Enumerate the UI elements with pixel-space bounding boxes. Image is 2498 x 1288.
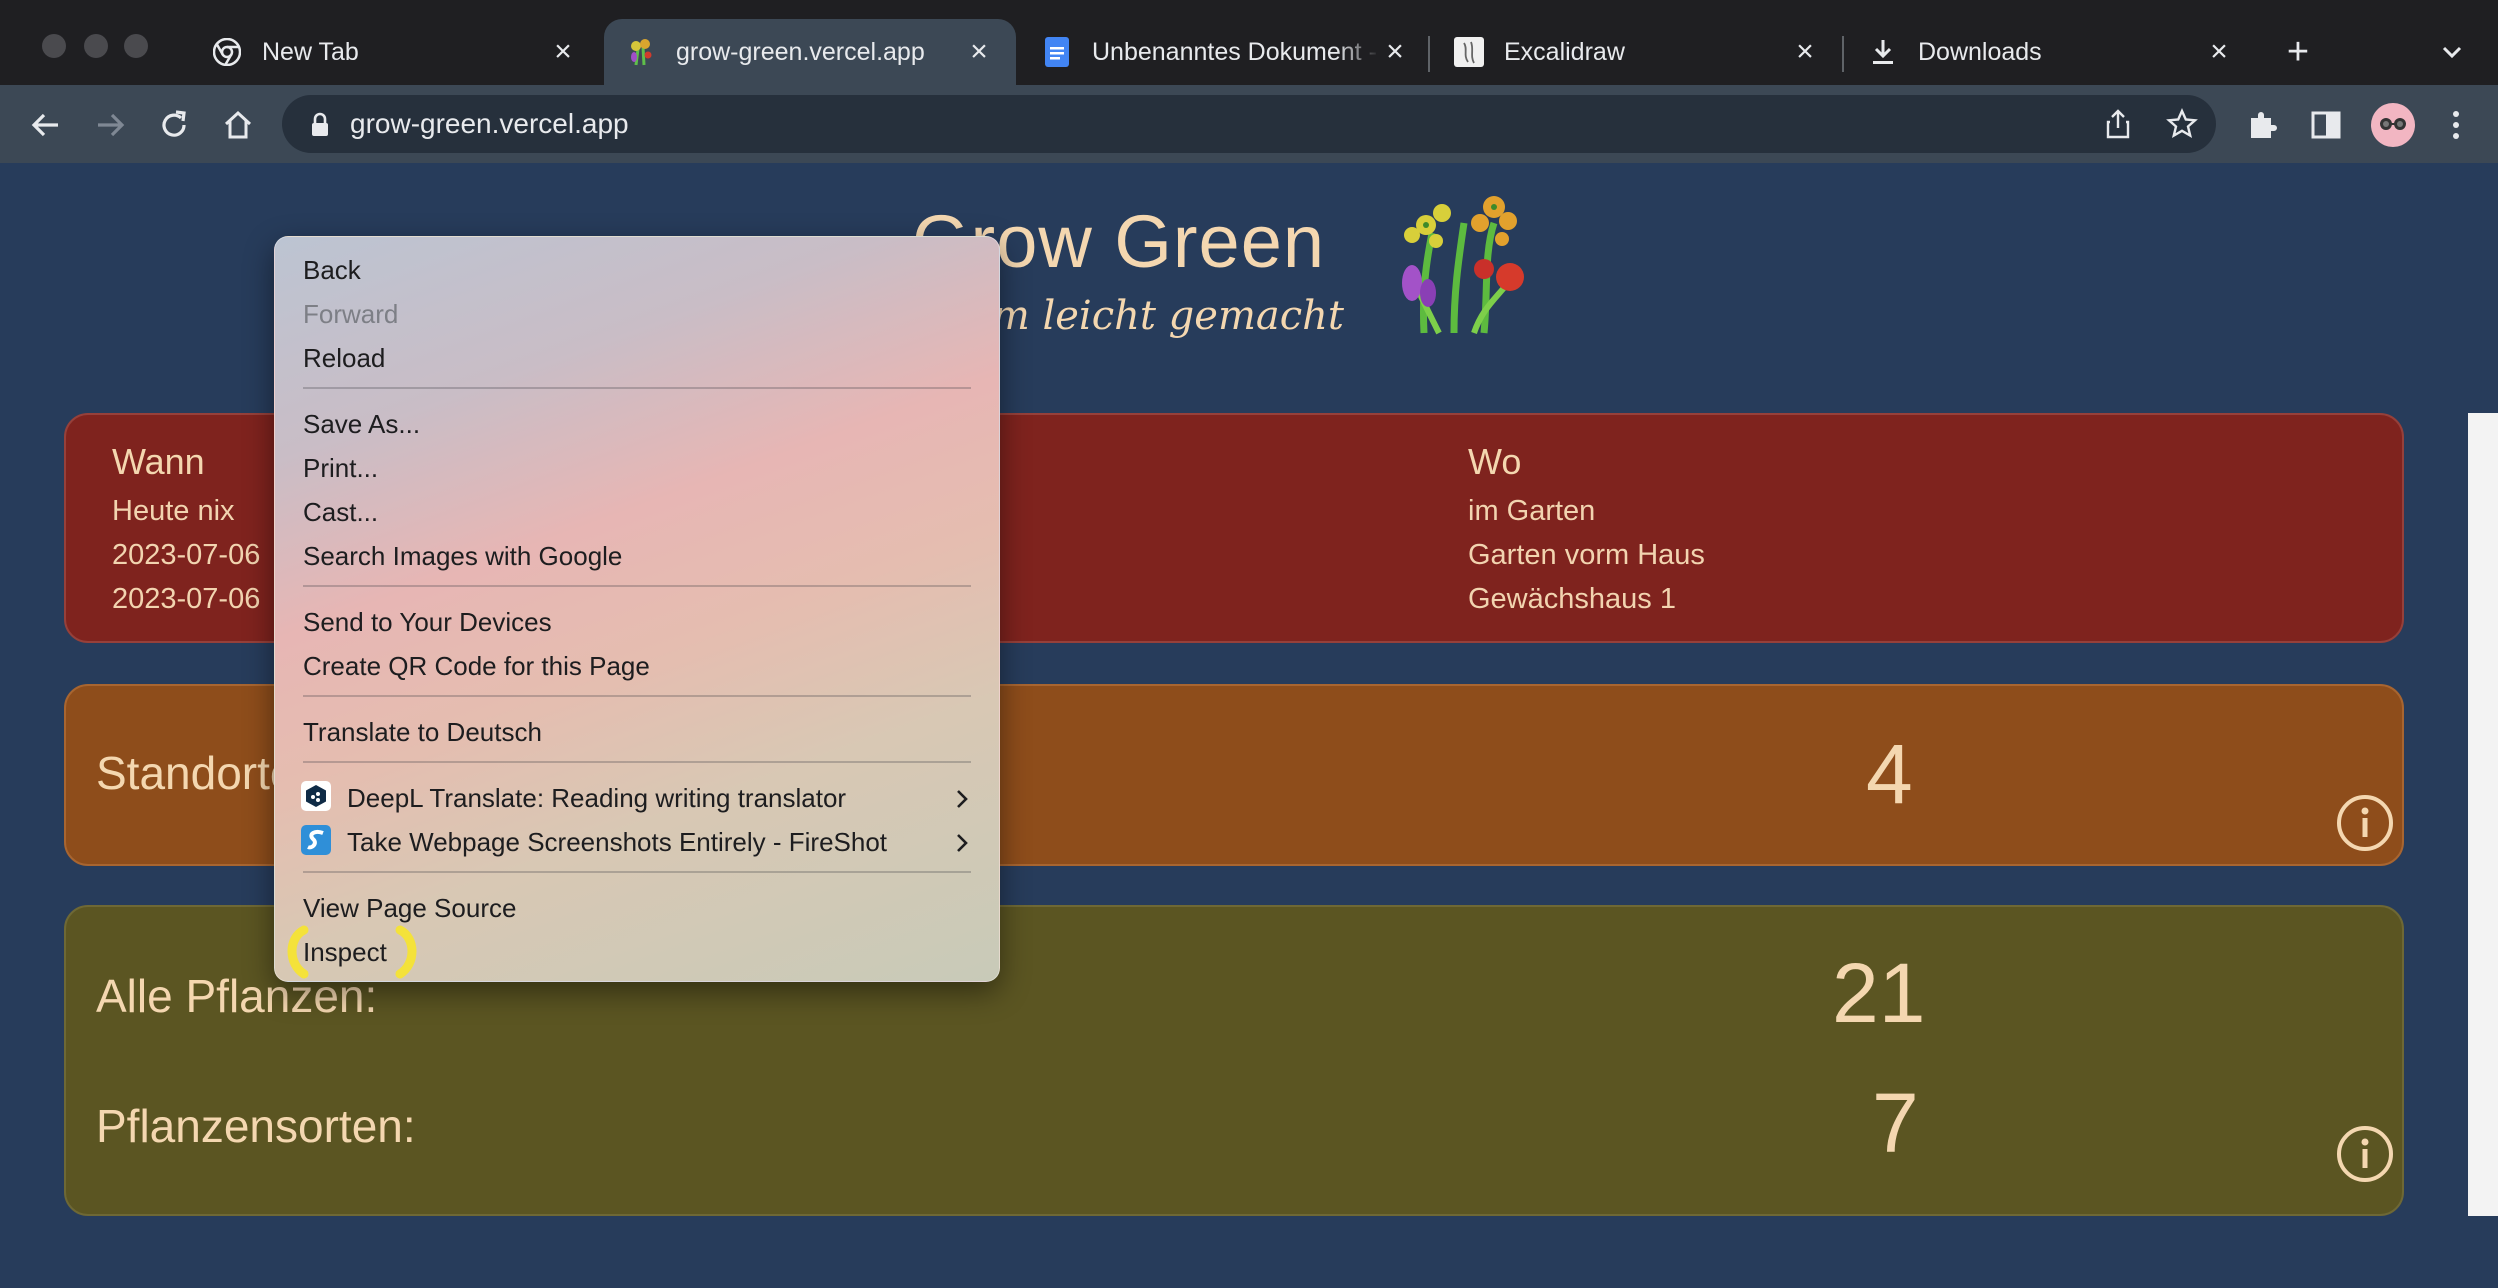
home-button[interactable] (218, 105, 258, 145)
browser-tab-strip: New Tab × grow-green.vercel.app × Unbena… (0, 0, 2498, 85)
tab-new-tab[interactable]: New Tab × (190, 19, 600, 85)
menu-item-send-devices[interactable]: Send to Your Devices (303, 607, 552, 638)
new-tab-button[interactable]: + (2278, 32, 2318, 72)
window-minimize-dot[interactable] (84, 34, 108, 58)
where-heading: Wo (1468, 441, 1522, 482)
menu-item-qr-code[interactable]: Create QR Code for this Page (303, 651, 650, 682)
where-item: Gewächshaus 1 (1468, 583, 1676, 615)
tab-title: Unbenanntes Dokument - (1092, 37, 1377, 66)
excalidraw-icon (1454, 37, 1484, 67)
when-item: Heute nix (112, 495, 235, 527)
window-zoom-dot[interactable] (124, 34, 148, 58)
tab-excalidraw[interactable]: Excalidraw × (1432, 19, 1842, 85)
menu-separator (303, 871, 971, 873)
chrome-icon (212, 37, 242, 67)
lock-icon[interactable] (310, 112, 330, 138)
home-icon (224, 110, 252, 139)
where-item: im Garten (1468, 495, 1596, 527)
window-close-dot[interactable] (42, 34, 66, 58)
tab-title: grow-green.vercel.app (676, 37, 925, 66)
close-icon[interactable]: × (1380, 35, 1410, 68)
side-panel-icon (2311, 111, 2341, 139)
info-icon[interactable] (2336, 1125, 2394, 1183)
tab-title: Downloads (1918, 37, 2042, 66)
close-icon[interactable]: × (1790, 35, 1820, 68)
puzzle-icon (2251, 112, 2277, 138)
close-icon[interactable]: × (2204, 35, 2234, 68)
plant-types-label: Pflanzensorten: (96, 1100, 416, 1152)
menu-item-search-images[interactable]: Search Images with Google (303, 541, 622, 572)
menu-separator (303, 695, 971, 697)
address-bar[interactable]: grow-green.vercel.app (282, 95, 2216, 153)
chevron-down-icon (2442, 46, 2462, 59)
chevron-right-icon (957, 790, 968, 808)
browser-toolbar: grow-green.vercel.app (0, 85, 2498, 163)
fireshot-icon (301, 825, 331, 855)
tab-downloads[interactable]: Downloads × (1846, 19, 2256, 85)
menu-item-forward: Forward (303, 299, 399, 329)
share-icon[interactable] (2102, 108, 2134, 140)
menu-item-deepl[interactable]: DeepL Translate: Reading writing transla… (347, 783, 846, 814)
close-icon[interactable]: × (964, 35, 994, 68)
when-heading: Wann (112, 441, 205, 482)
web-page: Grow Green ...em leicht gemacht Wann Heu… (0, 163, 2498, 1288)
menu-item-back[interactable]: Back (303, 255, 361, 286)
plant-favicon-icon (626, 37, 656, 67)
plant-types-count: 7 (1872, 1076, 1919, 1170)
click-highlight-marker (287, 925, 417, 979)
chevron-right-icon (957, 834, 968, 852)
menu-separator (303, 761, 971, 763)
reload-icon (162, 110, 186, 137)
bookmark-star-icon[interactable] (2166, 108, 2198, 140)
when-item: 2023-07-06 (112, 539, 261, 571)
avatar-icon (2371, 103, 2415, 147)
arrow-right-icon (98, 113, 125, 137)
tab-divider (1428, 36, 1430, 72)
profile-avatar[interactable] (2370, 102, 2416, 148)
locations-label: Standorte (96, 747, 296, 799)
where-item: Garten vorm Haus (1468, 539, 1705, 571)
flowers-logo (1402, 196, 1524, 335)
download-icon (1868, 37, 1898, 67)
close-icon[interactable]: × (548, 35, 578, 68)
scrollbar-track[interactable] (2468, 413, 2498, 1216)
menu-item-reload[interactable]: Reload (303, 343, 385, 374)
when-item: 2023-07-06 (112, 583, 261, 615)
menu-button[interactable] (2436, 105, 2476, 145)
tab-search-button[interactable] (2434, 34, 2470, 70)
forward-button[interactable] (90, 105, 130, 145)
menu-separator (303, 585, 971, 587)
side-panel-button[interactable] (2306, 105, 2346, 145)
all-plants-count: 21 (1832, 946, 1926, 1040)
context-menu: Back Forward Reload Save As... Print... … (274, 236, 1000, 982)
menu-item-fireshot[interactable]: Take Webpage Screenshots Entirely - Fire… (347, 827, 887, 858)
arrow-left-icon (31, 113, 58, 137)
tab-google-doc[interactable]: Unbenanntes Dokument - × (1020, 19, 1432, 85)
google-docs-icon (1042, 37, 1072, 67)
tab-title: New Tab (262, 37, 359, 66)
kebab-menu-icon (2453, 111, 2459, 139)
menu-separator (303, 387, 971, 389)
deepl-icon (301, 781, 331, 811)
tab-divider (1842, 36, 1844, 72)
reload-button[interactable] (154, 105, 194, 145)
menu-item-print[interactable]: Print... (303, 453, 378, 484)
extensions-button[interactable] (2242, 105, 2282, 145)
tab-grow-green[interactable]: grow-green.vercel.app × (604, 19, 1016, 85)
menu-item-cast[interactable]: Cast... (303, 497, 378, 528)
locations-count: 4 (1866, 727, 1913, 821)
info-icon[interactable] (2336, 794, 2394, 852)
back-button[interactable] (26, 105, 66, 145)
menu-item-translate[interactable]: Translate to Deutsch (303, 717, 542, 748)
tab-title: Excalidraw (1504, 37, 1625, 66)
url-text[interactable]: grow-green.vercel.app (350, 108, 629, 140)
menu-item-save-as[interactable]: Save As... (303, 409, 420, 440)
